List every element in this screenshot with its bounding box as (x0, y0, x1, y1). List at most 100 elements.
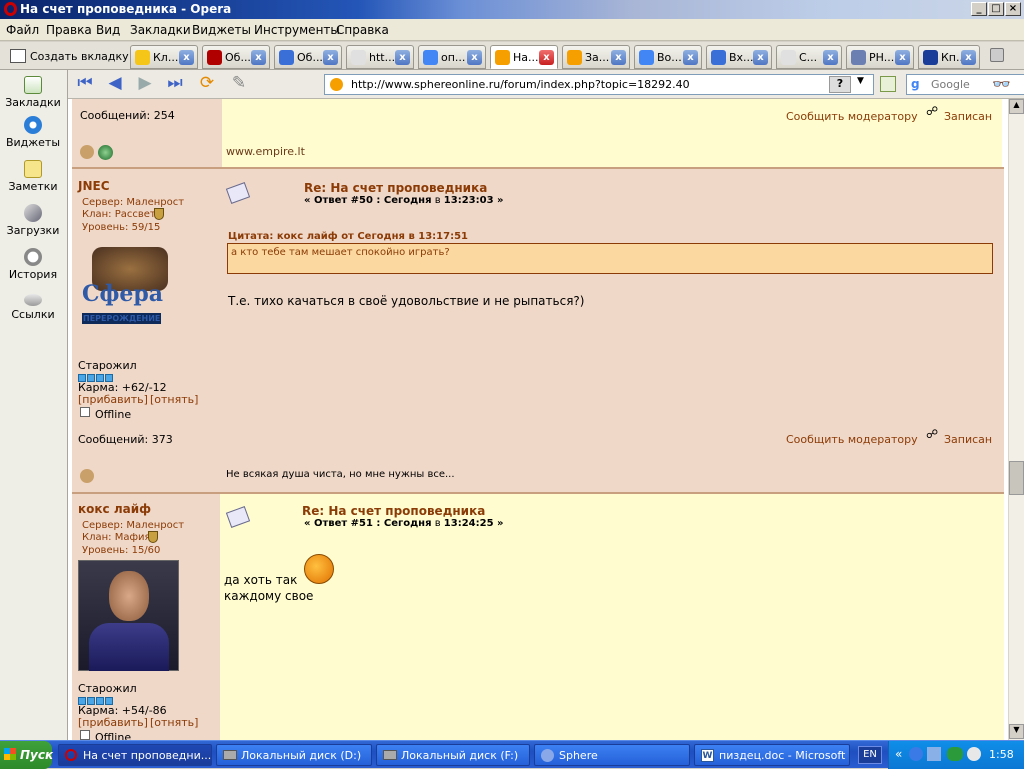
sidebar-item-links[interactable]: Ссылки (0, 294, 66, 321)
scroll-thumb[interactable] (1009, 461, 1024, 495)
add-bookmark-icon[interactable] (880, 76, 896, 92)
task-word[interactable]: W пиздец.doc - Microsoft ... (694, 744, 850, 766)
tray-icon[interactable] (909, 747, 923, 761)
back-button[interactable]: ◀ (104, 74, 126, 94)
prev-post-report-link[interactable]: Сообщить модератору (786, 110, 918, 123)
tab-11[interactable]: Кп... x (918, 45, 980, 69)
download-icon (24, 204, 42, 222)
tab-3[interactable]: htt... x (346, 45, 414, 69)
post50-karma-add[interactable]: [прибавить] (78, 393, 148, 406)
post51-author[interactable]: кокс лайф (78, 502, 151, 516)
tab-close-icon[interactable]: x (539, 50, 554, 65)
scroll-up-icon[interactable]: ▲ (1009, 99, 1024, 114)
tab-close-icon[interactable]: x (961, 50, 976, 65)
forward-button[interactable]: ▶ (134, 74, 156, 94)
task-opera[interactable]: На счет проповедни... (58, 744, 212, 766)
menu-edit[interactable]: Правка (46, 23, 92, 37)
tab-close-icon[interactable]: x (467, 50, 482, 65)
task-disk-d[interactable]: Локальный диск (D:) (216, 744, 372, 766)
tab-close-icon[interactable]: x (395, 50, 410, 65)
sidebar-item-widgets[interactable]: Виджеты (0, 116, 66, 149)
tray-icon[interactable] (967, 747, 981, 761)
profile-icon[interactable] (80, 469, 94, 483)
tab-9[interactable]: С... x (776, 45, 842, 69)
menu-view[interactable]: Вид (96, 23, 120, 37)
address-field[interactable]: http://www.sphereonline.ru/forum/index.p… (324, 74, 874, 95)
sidebar-label: Заметки (8, 180, 58, 193)
tray-icon[interactable] (947, 747, 963, 761)
post50-subject[interactable]: Re: На счет проповедника (304, 181, 487, 195)
prev-post-signature[interactable]: www.empire.lt (226, 145, 305, 158)
task-sphere[interactable]: Sphere (534, 744, 690, 766)
tab-close-icon[interactable]: x (251, 50, 266, 65)
tab-8[interactable]: Вх... x (706, 45, 772, 69)
tab-4[interactable]: оп... x (418, 45, 486, 69)
tab-7[interactable]: Во... x (634, 45, 702, 69)
tab-2[interactable]: Об... x (274, 45, 342, 69)
post50-status: Offline (95, 408, 132, 421)
tray-icon[interactable] (927, 747, 941, 761)
language-indicator[interactable]: EN (858, 746, 882, 764)
post51-clan: Клан: Мафия (82, 532, 151, 543)
post50-author[interactable]: JNEC (78, 179, 110, 193)
menu-widgets[interactable]: Виджеты (192, 23, 251, 37)
profile-icon[interactable] (80, 145, 94, 159)
tab-close-icon[interactable]: x (823, 50, 838, 65)
start-button[interactable]: Пуск (0, 741, 53, 769)
task-label: На счет проповедни... (83, 749, 212, 762)
new-tab-button[interactable]: Создать вкладку (4, 45, 129, 69)
post50-report-link[interactable]: Сообщить модератору (786, 433, 918, 446)
dropdown-icon[interactable]: ▼ (857, 76, 864, 86)
scroll-down-icon[interactable]: ▼ (1009, 724, 1024, 739)
tab-1[interactable]: Об... x (202, 45, 270, 69)
menu-tools[interactable]: Инструменты (254, 23, 340, 37)
tab-6[interactable]: За... x (562, 45, 630, 69)
tab-10[interactable]: PH... x (846, 45, 914, 69)
tab-5[interactable]: На... x (490, 45, 558, 69)
tab-close-icon[interactable]: x (753, 50, 768, 65)
minimize-button[interactable]: _ (971, 2, 987, 16)
menu-bookmarks[interactable]: Закладки (130, 23, 191, 37)
sidebar-item-notes[interactable]: Заметки (0, 160, 66, 193)
edit-button[interactable]: ✎ (228, 74, 250, 94)
sidebar-label: Ссылки (11, 308, 55, 321)
task-disk-f[interactable]: Локальный диск (F:) (376, 744, 530, 766)
glasses-icon[interactable]: 👓 (992, 75, 1011, 93)
tab-close-icon[interactable]: x (611, 50, 626, 65)
offline-checkbox (80, 730, 90, 740)
post51-level: Уровень: 15/60 (82, 545, 161, 556)
fast-forward-button[interactable]: ⏭ (164, 74, 186, 94)
reload-button[interactable]: ⟳ (196, 74, 218, 94)
post50-messages: Сообщений: 373 (78, 433, 173, 446)
page-icon (351, 50, 366, 65)
clock[interactable]: 1:58 (989, 748, 1014, 761)
post51-meta-prefix: « Ответ #51 : Сегодня (304, 518, 432, 529)
close-button[interactable]: × (1005, 2, 1021, 16)
vertical-scrollbar[interactable]: ▲ ▼ (1008, 99, 1024, 740)
tab-label: Во... (657, 51, 682, 64)
post51-karma-sub[interactable]: [отнять] (150, 716, 198, 729)
website-globe-icon[interactable] (98, 145, 113, 160)
rewind-button[interactable]: ⏮ (74, 74, 96, 94)
post50-karma-sub[interactable]: [отнять] (150, 393, 198, 406)
sidebar-item-history[interactable]: История (0, 248, 66, 281)
tray-expand-icon[interactable]: « (895, 747, 902, 761)
tab-close-icon[interactable]: x (323, 50, 338, 65)
menu-help[interactable]: Справка (336, 23, 389, 37)
sidebar-item-bookmarks[interactable]: Закладки (0, 76, 66, 109)
menu-file[interactable]: Файл (6, 23, 39, 37)
bookmark-icon (24, 76, 42, 94)
tab-close-icon[interactable]: x (895, 50, 910, 65)
tab-label: Об... (225, 51, 251, 64)
maximize-button[interactable]: □ (988, 2, 1004, 16)
help-icon[interactable]: ? (829, 76, 851, 93)
clan-shield-icon (148, 531, 158, 543)
post50-rank: Старожил (78, 359, 137, 372)
tab-0[interactable]: Кл... x (130, 45, 198, 69)
sidebar-item-downloads[interactable]: Загрузки (0, 204, 66, 237)
post51-karma-add[interactable]: [прибавить] (78, 716, 148, 729)
trash-icon[interactable] (990, 48, 1004, 62)
post51-subject[interactable]: Re: На счет проповедника (302, 504, 485, 518)
tab-close-icon[interactable]: x (179, 50, 194, 65)
tab-close-icon[interactable]: x (683, 50, 698, 65)
